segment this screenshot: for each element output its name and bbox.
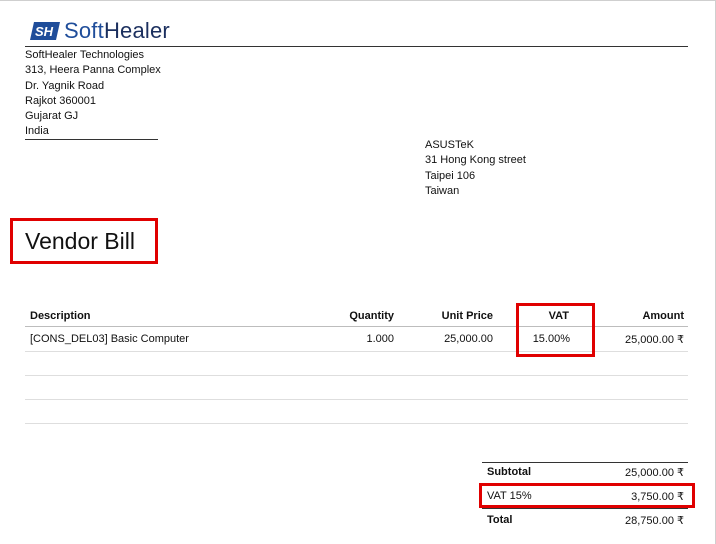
row-quantity: 1.000 xyxy=(366,333,394,345)
vendor-address: ASUSTeK 31 Hong Kong street Taipei 106 T… xyxy=(425,138,526,199)
company-address-line: Dr. Yagnik Road xyxy=(25,79,105,92)
header-amount: Amount xyxy=(642,310,684,322)
logo-wordmark-part1: Soft xyxy=(64,18,104,43)
subtotal-row: Subtotal 25,000.00 ₹ xyxy=(482,463,688,483)
company-address-line: India xyxy=(25,125,49,138)
softhealer-logo-icon: SH xyxy=(30,21,60,41)
header-unit-price: Unit Price xyxy=(441,310,493,322)
company-address-line: SoftHealer Technologies xyxy=(25,49,145,61)
row-unit-price: 25,000.00 xyxy=(444,333,493,345)
total-value: 28,750.00 ₹ xyxy=(625,515,684,527)
row-description: [CONS_DEL03] Basic Computer xyxy=(30,333,189,345)
totals-divider xyxy=(482,508,688,509)
title-highlight-box xyxy=(10,218,158,264)
total-row: Total 28,750.00 ₹ xyxy=(482,511,688,531)
logo-wordmark-part2: Healer xyxy=(103,18,170,43)
company-address-line: Gujarat GJ xyxy=(25,110,79,123)
subtotal-label: Subtotal xyxy=(487,466,531,478)
company-address-divider xyxy=(25,139,158,140)
header-divider xyxy=(25,46,688,47)
company-address-line: Rajkot 360001 xyxy=(25,94,96,107)
page-top-border xyxy=(0,0,716,1)
company-logo: SH SoftHealer xyxy=(30,16,170,46)
vendor-address-line: ASUSTeK xyxy=(425,139,474,151)
table-row-divider xyxy=(25,375,688,376)
logo-wordmark: SoftHealer xyxy=(64,18,170,44)
header-description: Description xyxy=(30,310,91,322)
table-row-divider xyxy=(25,399,688,400)
subtotal-value: 25,000.00 ₹ xyxy=(625,467,684,479)
vat-column-highlight-box xyxy=(516,303,595,357)
row-amount: 25,000.00 ₹ xyxy=(625,334,684,346)
header-quantity: Quantity xyxy=(349,310,394,322)
total-label: Total xyxy=(487,514,513,526)
company-address-line: 313, Heera Panna Complex xyxy=(25,64,161,77)
vendor-address-line: Taiwan xyxy=(425,184,460,197)
table-row-divider xyxy=(25,423,688,424)
vendor-address-line: 31 Hong Kong street xyxy=(425,154,526,167)
vat-total-highlight-box xyxy=(479,483,695,508)
svg-text:SH: SH xyxy=(35,24,54,39)
company-address: SoftHealer Technologies 313, Heera Panna… xyxy=(25,48,161,140)
vendor-address-line: Taipei 106 xyxy=(425,169,476,182)
